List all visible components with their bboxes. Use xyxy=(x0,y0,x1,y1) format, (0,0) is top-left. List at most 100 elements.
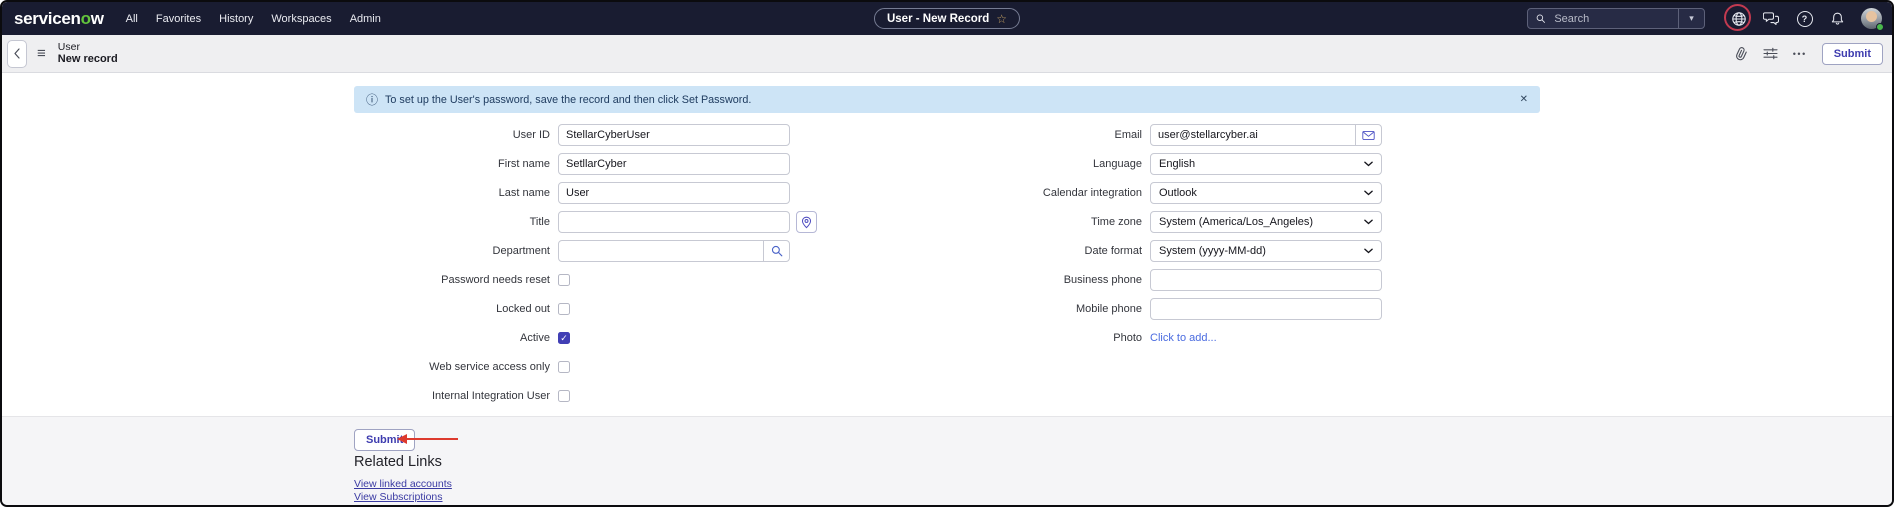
date-format-label: Date format xyxy=(942,245,1150,257)
view-linked-accounts-link[interactable]: View linked accounts xyxy=(354,478,452,490)
password-needs-reset-label: Password needs reset xyxy=(350,274,558,286)
current-record-pill[interactable]: User - New Record ☆ xyxy=(874,8,1020,29)
user-id-input[interactable] xyxy=(558,124,790,146)
time-zone-label: Time zone xyxy=(942,216,1150,228)
search-input[interactable] xyxy=(1552,12,1670,26)
email-send-button[interactable] xyxy=(1355,125,1381,145)
last-name-input[interactable] xyxy=(558,182,790,204)
bell-icon xyxy=(1830,11,1845,27)
location-pin-icon xyxy=(801,216,812,229)
email-input[interactable] xyxy=(1151,125,1355,145)
date-format-select[interactable]: System (yyyy-MM-dd) xyxy=(1150,240,1382,262)
nav-item-all[interactable]: All xyxy=(126,13,138,25)
active-label: Active xyxy=(350,332,558,344)
internal-integration-user-label: Internal Integration User xyxy=(350,390,558,402)
mobile-phone-input[interactable] xyxy=(1150,298,1382,320)
password-needs-reset-checkbox[interactable]: ✓ xyxy=(558,274,570,286)
nav-item-history[interactable]: History xyxy=(219,13,253,25)
field-row-internal-integration-user: Internal Integration User ✓ xyxy=(350,385,820,407)
record-type-label: User xyxy=(58,41,118,54)
more-options-icon[interactable]: ••• xyxy=(1793,49,1807,59)
field-row-last-name: Last name xyxy=(350,182,820,204)
favorite-star-icon[interactable]: ☆ xyxy=(996,12,1007,26)
help-icon: ? xyxy=(1797,11,1813,27)
check-icon: ✓ xyxy=(559,333,569,343)
hamburger-glyph: ≡ xyxy=(37,45,46,62)
chevron-down-icon xyxy=(1364,161,1373,167)
field-row-business-phone: Business phone xyxy=(942,269,1412,291)
internal-integration-user-checkbox[interactable]: ✓ xyxy=(558,390,570,402)
form-header-bar: ≡ User New record ••• Submit xyxy=(2,35,1892,73)
envelope-icon xyxy=(1362,130,1375,141)
business-phone-label: Business phone xyxy=(942,274,1150,286)
back-button[interactable] xyxy=(7,40,27,68)
chevron-left-icon xyxy=(13,48,21,59)
nav-item-workspaces[interactable]: Workspaces xyxy=(271,13,331,25)
field-row-department: Department xyxy=(350,240,820,262)
record-name-label: New record xyxy=(58,53,118,66)
title-suggestion-button[interactable] xyxy=(796,211,817,233)
search-field-area xyxy=(1528,12,1678,26)
header-submit-button[interactable]: Submit xyxy=(1822,43,1883,65)
department-input[interactable] xyxy=(559,241,763,261)
title-input[interactable] xyxy=(558,211,790,233)
chevron-down-icon xyxy=(1364,190,1373,196)
notifications-button[interactable] xyxy=(1828,9,1847,28)
logo-text-end: w xyxy=(91,9,104,28)
servicenow-window: servicenow All Favorites History Workspa… xyxy=(0,0,1894,507)
chat-button[interactable] xyxy=(1762,9,1781,28)
date-format-value: System (yyyy-MM-dd) xyxy=(1159,245,1266,257)
chevron-down-icon xyxy=(1364,248,1373,254)
field-row-title: Title xyxy=(350,211,820,233)
department-lookup-button[interactable] xyxy=(763,241,789,261)
field-row-email: Email xyxy=(942,124,1412,146)
search-scope-dropdown[interactable]: ▾ xyxy=(1678,9,1704,28)
view-subscriptions-link[interactable]: View Subscriptions xyxy=(354,491,443,503)
active-checkbox[interactable]: ✓ xyxy=(558,332,570,344)
info-banner: ⓘ To set up the User's password, save th… xyxy=(354,86,1540,113)
info-banner-text: To set up the User's password, save the … xyxy=(385,94,751,106)
first-name-input[interactable] xyxy=(558,153,790,175)
locked-out-label: Locked out xyxy=(350,303,558,315)
nav-item-favorites[interactable]: Favorites xyxy=(156,13,201,25)
field-row-calendar-integration: Calendar integration Outlook xyxy=(942,182,1412,204)
search-icon xyxy=(1536,13,1545,24)
context-menu-icon[interactable]: ≡ xyxy=(37,45,46,62)
locked-out-checkbox[interactable]: ✓ xyxy=(558,303,570,315)
field-row-first-name: First name xyxy=(350,153,820,175)
language-select[interactable]: English xyxy=(1150,153,1382,175)
field-row-locked-out: Locked out ✓ xyxy=(350,298,820,320)
user-id-label: User ID xyxy=(350,129,558,141)
time-zone-select[interactable]: System (America/Los_Angeles) xyxy=(1150,211,1382,233)
field-row-photo: Photo Click to add... xyxy=(942,327,1412,349)
help-button[interactable]: ? xyxy=(1795,9,1814,28)
lookup-magnifier-icon xyxy=(771,245,783,257)
banner-close-icon[interactable]: ✕ xyxy=(1520,94,1528,105)
form-footer: Submit Related Links View linked account… xyxy=(2,416,1892,505)
photo-add-link[interactable]: Click to add... xyxy=(1150,332,1217,344)
field-row-time-zone: Time zone System (America/Los_Angeles) xyxy=(942,211,1412,233)
field-row-language: Language English xyxy=(942,153,1412,175)
current-record-label: User - New Record xyxy=(887,13,989,25)
related-links-title: Related Links xyxy=(354,454,442,470)
globe-button[interactable] xyxy=(1729,9,1748,28)
form-header-actions: ••• Submit xyxy=(1735,43,1892,65)
field-row-user-id: User ID xyxy=(350,124,820,146)
servicenow-logo[interactable]: servicenow xyxy=(14,9,104,29)
first-name-label: First name xyxy=(350,158,558,170)
nav-item-admin[interactable]: Admin xyxy=(350,13,381,25)
user-avatar[interactable] xyxy=(1861,8,1882,29)
mobile-phone-label: Mobile phone xyxy=(942,303,1150,315)
global-search: ▾ xyxy=(1527,8,1705,29)
field-row-mobile-phone: Mobile phone xyxy=(942,298,1412,320)
web-service-access-checkbox[interactable]: ✓ xyxy=(558,361,570,373)
business-phone-input[interactable] xyxy=(1150,269,1382,291)
title-label: Title xyxy=(350,216,558,228)
attachment-icon[interactable] xyxy=(1732,44,1750,63)
personalize-form-icon[interactable] xyxy=(1763,47,1778,60)
calendar-integration-select[interactable]: Outlook xyxy=(1150,182,1382,204)
presence-status-dot xyxy=(1876,23,1884,31)
form-left-column: User ID First name Last name Title Depar… xyxy=(350,124,820,414)
info-icon: ⓘ xyxy=(366,94,378,106)
department-reference-field xyxy=(558,240,790,262)
